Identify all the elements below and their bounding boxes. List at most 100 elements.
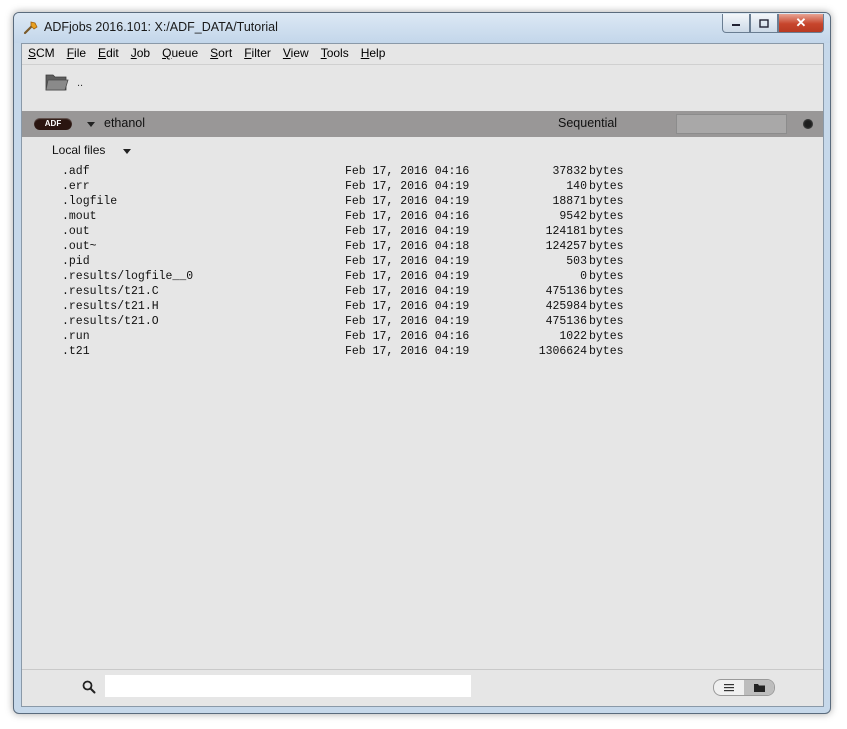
file-size: 18871: [552, 195, 587, 208]
local-files-header[interactable]: Local files: [52, 143, 105, 157]
file-size-unit: bytes: [589, 330, 624, 343]
file-date: Feb 17, 2016 04:16: [345, 330, 470, 343]
file-size: 425984: [545, 300, 587, 313]
file-row[interactable]: .results/t21.C Feb 17, 2016 04:19 475136 by…: [22, 285, 823, 300]
file-date: Feb 17, 2016 04:19: [345, 285, 470, 298]
file-date: Feb 17, 2016 04:19: [345, 270, 470, 283]
parent-directory-link[interactable]: ..: [77, 77, 83, 89]
view-toggle: [713, 679, 775, 696]
file-date: Feb 17, 2016 04:19: [345, 300, 470, 313]
folder-view-icon: [753, 683, 765, 692]
file-name: .results/logfile__0: [62, 270, 194, 283]
local-files-dropdown-icon[interactable]: [123, 149, 131, 154]
caption-buttons: ✕: [722, 14, 824, 33]
scm-tool-icon: [23, 21, 38, 35]
file-row[interactable]: .results/t21.H Feb 17, 2016 04:19 425984 by…: [22, 300, 823, 315]
menu-tools[interactable]: Tools: [315, 44, 355, 64]
bottom-bar: [22, 669, 823, 706]
file-date: Feb 17, 2016 04:19: [345, 315, 470, 328]
window-title: ADFjobs 2016.101: X:/ADF_DATA/Tutorial: [44, 20, 278, 34]
file-size-unit: bytes: [589, 165, 624, 178]
minimize-button[interactable]: [722, 14, 750, 33]
file-name: .results/t21.C: [62, 285, 159, 298]
file-row[interactable]: .mout Feb 17, 2016 04:16 9542 bytes: [22, 210, 823, 225]
file-size-unit: bytes: [589, 195, 624, 208]
file-size-unit: bytes: [589, 225, 624, 238]
close-icon: ✕: [795, 15, 807, 30]
file-size: 0: [580, 270, 587, 283]
menu-help[interactable]: Help: [355, 44, 392, 64]
close-button[interactable]: ✕: [778, 14, 824, 33]
toolbar: ..: [22, 65, 823, 111]
menu-bar: SCM File Edit Job Queue Sort Filter View…: [22, 44, 823, 65]
file-size: 124257: [545, 240, 587, 253]
file-size: 475136: [545, 315, 587, 328]
client-area: SCM File Edit Job Queue Sort Filter View…: [21, 43, 824, 707]
file-name: .adf: [62, 165, 90, 178]
file-size: 1022: [559, 330, 587, 343]
file-size: 37832: [552, 165, 587, 178]
menu-sort[interactable]: Sort: [204, 44, 238, 64]
title-bar[interactable]: ADFjobs 2016.101: X:/ADF_DATA/Tutorial ✕: [14, 13, 830, 43]
maximize-button[interactable]: [750, 14, 778, 33]
file-name: .run: [62, 330, 90, 343]
maximize-icon: [759, 18, 769, 28]
folder-view-button[interactable]: [744, 680, 774, 695]
job-dropdown-icon[interactable]: [87, 122, 95, 127]
menu-queue[interactable]: Queue: [156, 44, 204, 64]
file-size-unit: bytes: [589, 300, 624, 313]
file-size-unit: bytes: [589, 255, 624, 268]
file-date: Feb 17, 2016 04:18: [345, 240, 470, 253]
queue-label[interactable]: Sequential: [558, 116, 617, 130]
search-icon: [82, 680, 96, 694]
file-date: Feb 17, 2016 04:19: [345, 255, 470, 268]
file-row[interactable]: .logfile Feb 17, 2016 04:19 18871 bytes: [22, 195, 823, 210]
file-name: .results/t21.H: [62, 300, 159, 313]
job-bar: ADF ethanol Sequential: [22, 111, 823, 137]
file-date: Feb 17, 2016 04:19: [345, 345, 470, 358]
file-size: 503: [566, 255, 587, 268]
file-date: Feb 17, 2016 04:19: [345, 180, 470, 193]
file-name: .out: [62, 225, 90, 238]
file-row[interactable]: .out Feb 17, 2016 04:19 124181 bytes: [22, 225, 823, 240]
file-size: 1306624: [538, 345, 587, 358]
file-name: .logfile: [62, 195, 118, 208]
file-row[interactable]: .pid Feb 17, 2016 04:19 503 bytes: [22, 255, 823, 270]
list-view-button[interactable]: [714, 680, 744, 695]
file-name: .out~: [62, 240, 97, 253]
file-size: 9542: [559, 210, 587, 223]
adf-badge-button[interactable]: ADF: [34, 118, 72, 130]
file-size: 475136: [545, 285, 587, 298]
file-size-unit: bytes: [589, 270, 624, 283]
file-row[interactable]: .results/logfile__0 Feb 17, 2016 04:19 0 by…: [22, 270, 823, 285]
file-size-unit: bytes: [589, 180, 624, 193]
folder-icon[interactable]: [44, 71, 70, 93]
menu-scm[interactable]: SCM: [22, 44, 61, 64]
file-size-unit: bytes: [589, 315, 624, 328]
file-row[interactable]: .err Feb 17, 2016 04:19 140 bytes: [22, 180, 823, 195]
menu-file[interactable]: File: [61, 44, 92, 64]
file-date: Feb 17, 2016 04:19: [345, 225, 470, 238]
file-size: 124181: [545, 225, 587, 238]
file-row[interactable]: .results/t21.O Feb 17, 2016 04:19 475136 by…: [22, 315, 823, 330]
file-row[interactable]: .adf Feb 17, 2016 04:16 37832 bytes: [22, 165, 823, 180]
search-input[interactable]: [105, 675, 471, 697]
file-date: Feb 17, 2016 04:16: [345, 210, 470, 223]
file-name: .pid: [62, 255, 90, 268]
file-date: Feb 17, 2016 04:19: [345, 195, 470, 208]
menu-view[interactable]: View: [277, 44, 315, 64]
minimize-icon: [732, 24, 740, 26]
job-name[interactable]: ethanol: [104, 116, 145, 130]
menu-filter[interactable]: Filter: [238, 44, 277, 64]
file-row[interactable]: .out~ Feb 17, 2016 04:18 124257 bytes: [22, 240, 823, 255]
file-name: .results/t21.O: [62, 315, 159, 328]
file-list: .adf Feb 17, 2016 04:16 37832 bytes .err Feb…: [22, 165, 823, 360]
menu-job[interactable]: Job: [125, 44, 156, 64]
menu-edit[interactable]: Edit: [92, 44, 125, 64]
file-size-unit: bytes: [589, 285, 624, 298]
file-name: .t21: [62, 345, 90, 358]
file-date: Feb 17, 2016 04:16: [345, 165, 470, 178]
file-size: 140: [566, 180, 587, 193]
file-row[interactable]: .run Feb 17, 2016 04:16 1022 bytes: [22, 330, 823, 345]
file-row[interactable]: .t21 Feb 17, 2016 04:19 1306624 bytes: [22, 345, 823, 360]
